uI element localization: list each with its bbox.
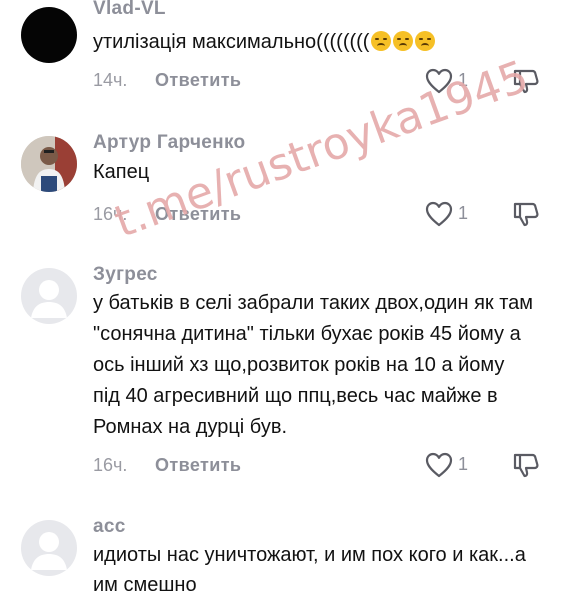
- comment-author[interactable]: Vlad-VL: [93, 0, 166, 20]
- heart-icon[interactable]: [425, 201, 453, 227]
- sad-face-emoji-icon: [415, 31, 436, 51]
- default-avatar-icon: [31, 280, 67, 318]
- avatar[interactable]: [21, 268, 77, 324]
- comment-text-line: ось інший хз що,розвиток років на 10 а й…: [93, 354, 505, 376]
- heart-icon[interactable]: [425, 452, 453, 478]
- comment-text-content: утилізація максимально((((((((: [93, 31, 370, 53]
- comment-text-line: идиоты нас уничтожают, и им пох кого и к…: [93, 544, 526, 566]
- avatar[interactable]: [21, 520, 77, 576]
- default-avatar-icon: [31, 532, 67, 570]
- comment-text: утилізація максимально((((((((: [93, 27, 436, 58]
- comment-author[interactable]: Артур Гарченко: [93, 132, 245, 154]
- heart-icon[interactable]: [425, 68, 453, 94]
- like-count: 1: [458, 454, 469, 474]
- avatar[interactable]: [21, 7, 77, 63]
- comment-time: 16ч.: [93, 204, 128, 224]
- comment-text-line: у батьків в селі забрали таких двох,один…: [93, 292, 534, 314]
- dislike-icon[interactable]: [512, 200, 540, 228]
- comment-time: 14ч.: [93, 70, 128, 90]
- reply-button[interactable]: Ответить: [155, 70, 241, 91]
- dislike-icon[interactable]: [512, 67, 540, 95]
- comment-text-line: Ромнах на дурці був.: [93, 416, 288, 438]
- reply-button[interactable]: Ответить: [155, 455, 241, 476]
- avatar[interactable]: [21, 136, 77, 192]
- comment-text: Капец: [93, 161, 150, 183]
- sad-face-emoji-icon: [393, 31, 414, 51]
- comment-text-line: під 40 агресивний що ппц,весь час майже …: [93, 385, 498, 407]
- like-count: 1: [458, 203, 469, 223]
- comment-author[interactable]: Зугрес: [93, 264, 158, 286]
- comment-text-line: "сонячна дитина" тільки бухає років 45 й…: [93, 323, 521, 345]
- like-count: 1: [458, 70, 469, 90]
- avatar-photo-icon: [21, 136, 77, 192]
- comment-author[interactable]: асс: [93, 516, 126, 538]
- reply-button[interactable]: Ответить: [155, 204, 241, 225]
- dislike-icon[interactable]: [512, 451, 540, 479]
- sad-face-emoji-icon: [371, 31, 392, 51]
- comment-time: 16ч.: [93, 455, 128, 475]
